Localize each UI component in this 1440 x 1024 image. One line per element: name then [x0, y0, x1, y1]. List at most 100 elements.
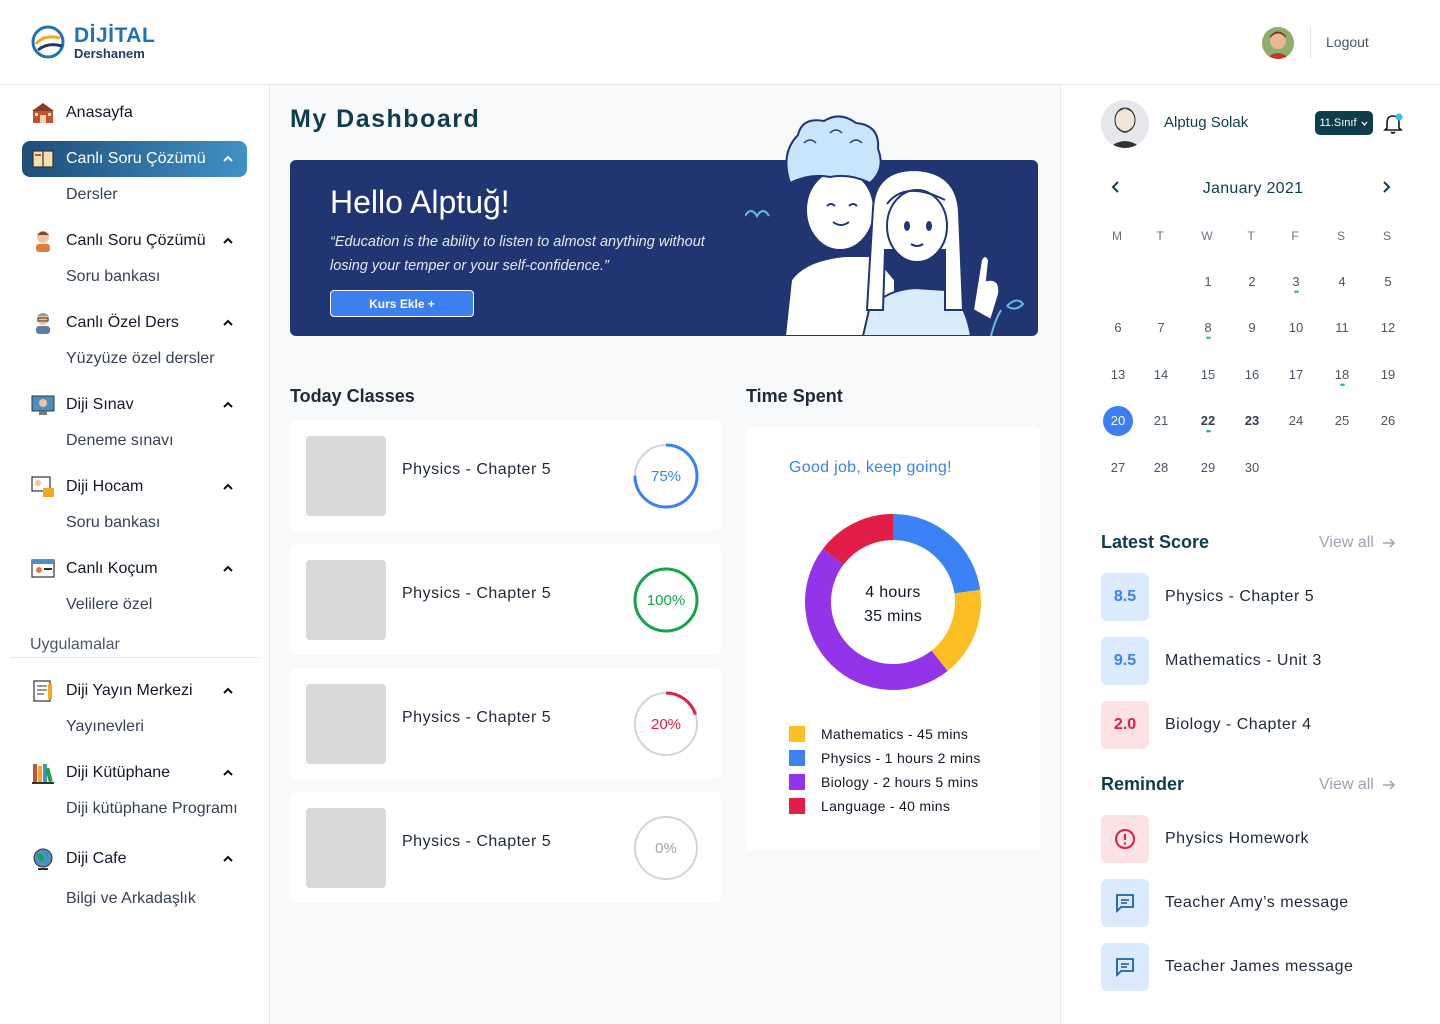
calendar-day[interactable]: 20 [1103, 406, 1133, 436]
calendar-day-label: 9 [1248, 320, 1256, 335]
calendar-day[interactable]: 3 •• [1281, 267, 1311, 297]
brand-logo[interactable]: DİJİTAL Dershanem [30, 24, 155, 60]
sidebar-item-canli-ozel-ders[interactable]: Canlı Özel Ders [22, 305, 247, 341]
calendar-day[interactable]: 21 [1146, 406, 1176, 436]
calendar-day[interactable]: 16 [1237, 360, 1267, 390]
calendar-day[interactable]: 26 [1373, 406, 1403, 436]
calendar-day[interactable]: 25 [1327, 406, 1357, 436]
time-spent-total-hours: 4 hours [865, 584, 921, 601]
chevron-up-icon[interactable] [221, 562, 235, 576]
reminder-item[interactable]: Physics Homework [1101, 815, 1309, 863]
calendar-day[interactable]: 12 [1373, 313, 1403, 343]
chevron-up-icon[interactable] [221, 852, 235, 866]
chevron-up-icon[interactable] [221, 234, 235, 248]
class-thumbnail [306, 808, 386, 888]
sidebar-subitem-soru-bankasi-2[interactable]: Soru bankası [66, 514, 160, 532]
calendar-day[interactable]: 23 [1237, 406, 1267, 436]
calendar-day[interactable]: 19 [1373, 360, 1403, 390]
sidebar-item-diji-kutuphane[interactable]: Diji Kütüphane [22, 755, 247, 791]
calendar-day[interactable]: 29 [1193, 453, 1223, 483]
notification-bell-icon[interactable] [1383, 113, 1403, 135]
calendar-day[interactable]: 7 [1146, 313, 1176, 343]
chevron-up-icon[interactable] [221, 480, 235, 494]
calendar-day[interactable]: 14 [1146, 360, 1176, 390]
calendar-day[interactable]: 8 •• [1193, 313, 1223, 343]
sidebar-item-diji-yayin-merkezi[interactable]: Diji Yayın Merkezi [22, 673, 247, 709]
latest-score-view-all[interactable]: View all [1319, 534, 1396, 552]
sidebar-item-canli-soru-cozumu-2[interactable]: Canlı Soru Çözümü [22, 223, 247, 259]
calendar-day[interactable]: 10 [1281, 313, 1311, 343]
calendar-day-label: 24 [1288, 413, 1304, 428]
sidebar-item-canli-soru-cozumu[interactable]: Canlı Soru Çözümü [22, 141, 247, 177]
page-title: My Dashboard [290, 105, 481, 133]
sidebar-subitem-velilere-ozel[interactable]: Velilere özel [66, 596, 152, 614]
sidebar-item-label: Diji Kütüphane [66, 764, 171, 781]
sidebar-subitem-dersler[interactable]: Dersler [66, 186, 118, 204]
class-card[interactable]: Physics - Chapter 5 75% [290, 420, 721, 531]
calendar-prev-icon[interactable] [1109, 180, 1123, 194]
reminder-label: Teacher Amy’s message [1165, 894, 1349, 911]
score-item[interactable]: 9.5 Mathematics - Unit 3 [1101, 637, 1322, 685]
sidebar-subitem-soru-bankasi[interactable]: Soru bankası [66, 268, 160, 286]
calendar-day[interactable]: 1 [1193, 267, 1223, 297]
calendar-day[interactable]: 11 [1327, 313, 1357, 343]
legend-label: Mathematics - 45 mins [821, 726, 969, 742]
calendar-day[interactable]: 28 [1146, 453, 1176, 483]
reminder-item[interactable]: Teacher Amy’s message [1101, 879, 1349, 927]
reminder-item[interactable]: Teacher James message [1101, 943, 1353, 991]
score-item[interactable]: 2.0 Biology - Chapter 4 [1101, 701, 1311, 749]
calendar-day[interactable]: 15 [1193, 360, 1223, 390]
class-card[interactable]: Physics - Chapter 5 0% [290, 792, 721, 903]
hero-greeting: Hello Alptuğ! [330, 184, 510, 220]
class-thumbnail [306, 684, 386, 764]
sidebar-item-diji-sinav[interactable]: Diji Sınav [22, 387, 247, 423]
chevron-up-icon[interactable] [221, 152, 235, 166]
profile-avatar[interactable] [1101, 100, 1149, 148]
sidebar-item-canli-kocum[interactable]: Canlı Koçum [22, 551, 247, 587]
calendar-day[interactable]: 18 •• [1327, 360, 1357, 390]
chevron-up-icon[interactable] [221, 684, 235, 698]
calendar-day[interactable]: 5 [1373, 267, 1403, 297]
grade-select[interactable]: 11.Sınıf [1315, 111, 1373, 135]
calendar-day[interactable]: 13 [1103, 360, 1133, 390]
sidebar-subitem-bilgi-arkadaslik[interactable]: Bilgi ve Arkadaşlık [66, 890, 196, 908]
header-avatar[interactable] [1262, 27, 1294, 59]
sidebar-item-label: Diji Hocam [66, 478, 144, 495]
calendar-day[interactable]: 17 [1281, 360, 1311, 390]
calendar-day[interactable]: 27 [1103, 453, 1133, 483]
add-course-button[interactable]: Kurs Ekle + [330, 290, 474, 317]
calendar-next-icon[interactable] [1379, 180, 1393, 194]
calendar-day[interactable]: 30 [1237, 453, 1267, 483]
main-content: My Dashboard Hello Alptuğ! “Education is… [270, 85, 1060, 1024]
sidebar-divider [10, 657, 260, 658]
calendar-day[interactable]: 2 [1237, 267, 1267, 297]
calendar-day-label: 23 [1244, 413, 1260, 428]
sidebar-subitem-kutuphane-programi[interactable]: Diji kütüphane Programı [66, 800, 238, 818]
sidebar-item-diji-cafe[interactable]: Diji Cafe [22, 841, 247, 877]
logout-button[interactable]: Logout [1326, 34, 1369, 50]
class-thumbnail [306, 436, 386, 516]
book-icon [32, 150, 54, 168]
class-card[interactable]: Physics - Chapter 5 100% [290, 544, 721, 655]
calendar-day[interactable]: 24 [1281, 406, 1311, 436]
calendar-day[interactable]: 9 [1237, 313, 1267, 343]
sidebar-subitem-deneme-sinavi[interactable]: Deneme sınavı [66, 432, 174, 450]
view-all-label: View all [1319, 776, 1374, 793]
sidebar-item-anasayfa[interactable]: Anasayfa [22, 95, 247, 131]
sidebar-subitem-yuzyuze[interactable]: Yüzyüze özel dersler [66, 350, 215, 368]
chevron-up-icon[interactable] [221, 766, 235, 780]
reminder-view-all[interactable]: View all [1319, 776, 1396, 794]
calendar-day[interactable]: 6 [1103, 313, 1133, 343]
sidebar-item-diji-hocam[interactable]: Diji Hocam [22, 469, 247, 505]
score-item[interactable]: 8.5 Physics - Chapter 5 [1101, 573, 1314, 621]
chevron-up-icon[interactable] [221, 398, 235, 412]
sidebar-subitem-yayinevleri[interactable]: Yayınevleri [66, 718, 144, 736]
chevron-up-icon[interactable] [221, 316, 235, 330]
calendar-day[interactable]: 22 •• [1193, 406, 1223, 436]
right-panel: Alptug Solak 11.Sınıf January 2021 M T W T F… [1060, 85, 1440, 1024]
calendar-day-label: 1 [1204, 274, 1212, 289]
class-card[interactable]: Physics - Chapter 5 20% [290, 668, 721, 779]
calendar-day-label: 27 [1110, 460, 1126, 475]
class-title: Physics - Chapter 5 [402, 833, 552, 850]
calendar-day[interactable]: 4 [1327, 267, 1357, 297]
